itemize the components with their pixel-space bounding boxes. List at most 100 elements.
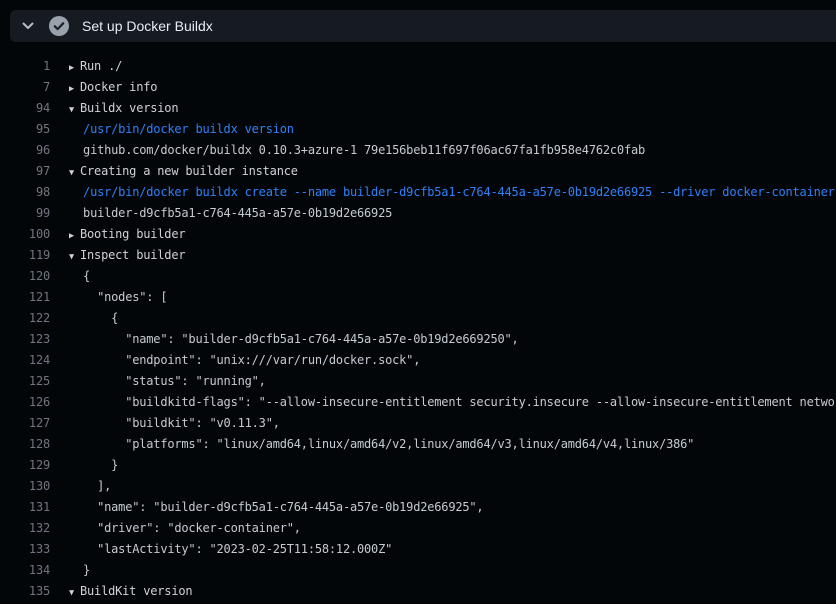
log-line-content: /usr/bin/docker buildx version: [69, 119, 836, 140]
log-text: Buildx version: [80, 101, 178, 115]
log-line-content: ],: [69, 476, 836, 497]
step-title: Set up Docker Buildx: [82, 18, 213, 34]
log-text: "nodes": [: [69, 290, 167, 304]
log-line: 129 }: [0, 455, 836, 476]
log-line: 134 }: [0, 560, 836, 581]
line-number[interactable]: 133: [0, 539, 50, 560]
log-line-content: "lastActivity": "2023-02-25T11:58:12.000…: [69, 539, 836, 560]
line-number[interactable]: 123: [0, 329, 50, 350]
line-number[interactable]: 121: [0, 287, 50, 308]
line-number[interactable]: 94: [0, 98, 50, 119]
line-number[interactable]: 131: [0, 497, 50, 518]
log-line-content: ▶Run ./: [69, 56, 836, 77]
log-text: github.com/docker/buildx 0.10.3+azure-1 …: [69, 143, 645, 157]
line-number[interactable]: 119: [0, 245, 50, 266]
log-line[interactable]: 7 ▶Docker info: [0, 77, 836, 98]
log-line: 133 "lastActivity": "2023-02-25T11:58:12…: [0, 539, 836, 560]
line-number[interactable]: 96: [0, 140, 50, 161]
log-line-content: {: [69, 266, 836, 287]
log-text: Booting builder: [80, 227, 185, 241]
log-text: "buildkitd-flags": "--allow-insecure-ent…: [69, 395, 836, 409]
log-text: Inspect builder: [80, 248, 185, 262]
line-number[interactable]: 126: [0, 392, 50, 413]
log-text: "platforms": "linux/amd64,linux/amd64/v2…: [69, 437, 694, 451]
log-line: 98 /usr/bin/docker buildx create --name …: [0, 182, 836, 203]
log-text: }: [69, 563, 90, 577]
log-line: 127 "buildkit": "v0.11.3",: [0, 413, 836, 434]
log-line[interactable]: 1 ▶Run ./: [0, 56, 836, 77]
line-number[interactable]: 124: [0, 350, 50, 371]
log-text: "endpoint": "unix:///var/run/docker.sock…: [69, 353, 420, 367]
log-text: /usr/bin/docker buildx create --name bui…: [69, 185, 835, 199]
line-number[interactable]: 125: [0, 371, 50, 392]
log-line-content: {: [69, 308, 836, 329]
line-number[interactable]: 120: [0, 266, 50, 287]
log-line-content: "endpoint": "unix:///var/run/docker.sock…: [69, 350, 836, 371]
log-line: 121 "nodes": [: [0, 287, 836, 308]
log-line-content: ▶Docker info: [69, 77, 836, 98]
triangle-down-icon[interactable]: ▼: [69, 100, 80, 119]
line-number[interactable]: 128: [0, 434, 50, 455]
line-number[interactable]: 98: [0, 182, 50, 203]
log-text: builder-d9cfb5a1-c764-445a-a57e-0b19d2e6…: [69, 206, 392, 220]
line-number[interactable]: 1: [0, 56, 50, 77]
log-line-content: "buildkit": "v0.11.3",: [69, 413, 836, 434]
line-number[interactable]: 100: [0, 224, 50, 245]
triangle-down-icon[interactable]: ▼: [69, 163, 80, 182]
log-line[interactable]: 97 ▼Creating a new builder instance: [0, 161, 836, 182]
line-number[interactable]: 99: [0, 203, 50, 224]
log-text: Docker info: [80, 80, 157, 94]
log-line: 131 "name": "builder-d9cfb5a1-c764-445a-…: [0, 497, 836, 518]
log-text: "status": "running",: [69, 374, 266, 388]
log-text: Run ./: [80, 59, 122, 73]
line-number[interactable]: 129: [0, 455, 50, 476]
triangle-right-icon[interactable]: ▶: [69, 58, 80, 77]
log-line[interactable]: 94 ▼Buildx version: [0, 98, 836, 119]
line-number[interactable]: 130: [0, 476, 50, 497]
triangle-down-icon[interactable]: ▼: [69, 247, 80, 266]
triangle-right-icon[interactable]: ▶: [69, 226, 80, 245]
line-number[interactable]: 95: [0, 119, 50, 140]
line-number[interactable]: 127: [0, 413, 50, 434]
log-line: 126 "buildkitd-flags": "--allow-insecure…: [0, 392, 836, 413]
log-line[interactable]: 135 ▼BuildKit version: [0, 581, 836, 602]
log-line-content: "driver": "docker-container",: [69, 518, 836, 539]
log-line: 122 {: [0, 308, 836, 329]
log-text: "driver": "docker-container",: [69, 521, 301, 535]
log-text: BuildKit version: [80, 584, 192, 598]
log-text: "name": "builder-d9cfb5a1-c764-445a-a57e…: [69, 500, 483, 514]
log-line-content: builder-d9cfb5a1-c764-445a-a57e-0b19d2e6…: [69, 203, 836, 224]
line-number[interactable]: 7: [0, 77, 50, 98]
log-line[interactable]: 119 ▼Inspect builder: [0, 245, 836, 266]
chevron-down-icon[interactable]: [22, 20, 34, 32]
log-line-content: ▼Inspect builder: [69, 245, 836, 266]
log-text: "name": "builder-d9cfb5a1-c764-445a-a57e…: [69, 332, 519, 346]
log-line[interactable]: 100 ▶Booting builder: [0, 224, 836, 245]
line-number[interactable]: 134: [0, 560, 50, 581]
log-text: ],: [69, 479, 111, 493]
log-line: 99 builder-d9cfb5a1-c764-445a-a57e-0b19d…: [0, 203, 836, 224]
line-number[interactable]: 132: [0, 518, 50, 539]
log-text: {: [69, 269, 90, 283]
line-number[interactable]: 135: [0, 581, 50, 602]
line-number[interactable]: 97: [0, 161, 50, 182]
log-line-content: }: [69, 560, 836, 581]
log-line-content: ▶Booting builder: [69, 224, 836, 245]
log-line-content: "status": "running",: [69, 371, 836, 392]
log-line-content: "name": "builder-d9cfb5a1-c764-445a-a57e…: [69, 329, 836, 350]
log-line: 125 "status": "running",: [0, 371, 836, 392]
log-text: {: [69, 311, 118, 325]
log-text: "buildkit": "v0.11.3",: [69, 416, 280, 430]
triangle-right-icon[interactable]: ▶: [69, 79, 80, 98]
log-line: 130 ],: [0, 476, 836, 497]
log-line-content: "name": "builder-d9cfb5a1-c764-445a-a57e…: [69, 497, 836, 518]
log-line-content: "platforms": "linux/amd64,linux/amd64/v2…: [69, 434, 836, 455]
step-header[interactable]: Set up Docker Buildx: [10, 10, 836, 42]
log-line: 120 {: [0, 266, 836, 287]
log-line: 124 "endpoint": "unix:///var/run/docker.…: [0, 350, 836, 371]
log-text: /usr/bin/docker buildx version: [69, 122, 294, 136]
triangle-down-icon[interactable]: ▼: [69, 583, 80, 602]
line-number[interactable]: 122: [0, 308, 50, 329]
log-line: 132 "driver": "docker-container",: [0, 518, 836, 539]
log-line: 96 github.com/docker/buildx 0.10.3+azure…: [0, 140, 836, 161]
